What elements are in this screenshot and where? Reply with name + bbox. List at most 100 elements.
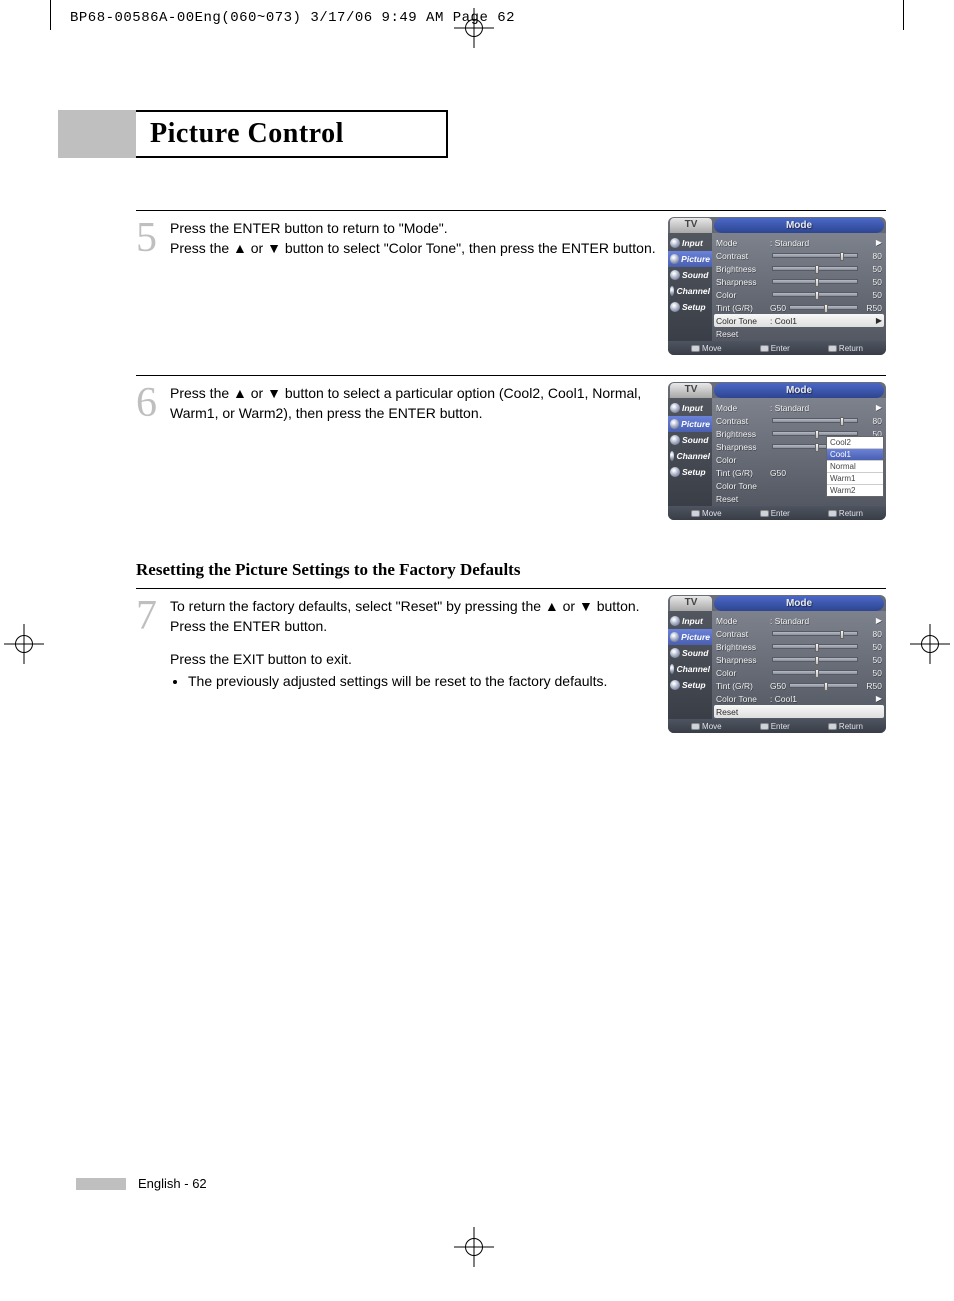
osd-sidebar-label: Channel — [676, 664, 710, 674]
footer-decoration — [76, 1178, 126, 1190]
osd-hint-return: Return — [828, 509, 863, 518]
enter-icon — [760, 723, 769, 730]
page-footer: English - 62 — [76, 1176, 207, 1191]
print-header-text: BP68-00586A-00Eng(060~073) 3/17/06 9:49 … — [70, 10, 515, 26]
step-number: 6 — [136, 382, 170, 520]
osd-sidebar-icon — [670, 238, 680, 248]
osd-row-value: : Standard — [770, 238, 809, 248]
osd-row-label: Tint (G/R) — [716, 468, 770, 478]
osd-row-label: Color Tone — [716, 316, 770, 326]
osd-row-label: Brightness — [716, 429, 770, 439]
arrow-right-icon: ▶ — [876, 316, 882, 325]
osd-sidebar-item: Sound — [668, 645, 712, 661]
osd-menu-row: Reset — [714, 705, 884, 718]
osd-sidebar-item: Picture — [668, 629, 712, 645]
osd-sidebar-item: Picture — [668, 251, 712, 267]
osd-menu-row: Mode : Standard ▶ — [716, 614, 882, 627]
osd-menu-row: Color Tone : Cool1 ▶ — [714, 314, 884, 327]
osd-sidebar-item: Channel — [668, 661, 712, 677]
osd-sidebar-icon — [670, 286, 674, 296]
osd-row-value: 80 — [860, 251, 882, 261]
osd-row-label: Sharpness — [716, 277, 770, 287]
osd-row-value: R50 — [860, 681, 882, 691]
osd-tv-tab: TV — [670, 383, 712, 398]
osd-sidebar-label: Sound — [682, 648, 708, 658]
osd-row-label: Color Tone — [716, 481, 770, 491]
step-text-para-2: Press the EXIT button to exit. — [170, 650, 658, 670]
osd-footer-hints: Move Enter Return — [668, 506, 886, 520]
osd-row-label: Mode — [716, 616, 770, 626]
osd-sidebar-item: Setup — [668, 677, 712, 693]
registration-mark-icon — [10, 630, 38, 658]
osd-menu-row: Color 50 — [716, 288, 882, 301]
crop-mark — [903, 0, 904, 30]
osd-slider — [772, 292, 858, 297]
osd-dropdown-option: Cool1 — [827, 449, 883, 461]
osd-row-value: : Standard — [770, 616, 809, 626]
osd-title: Mode — [714, 218, 884, 233]
osd-row-value: R50 — [860, 303, 882, 313]
osd-sidebar: Input Picture Sound ChannelSetup — [668, 398, 712, 506]
osd-sidebar-item: Input — [668, 613, 712, 629]
updown-icon — [691, 510, 700, 517]
osd-sidebar-item: Input — [668, 235, 712, 251]
osd-row-label: Brightness — [716, 264, 770, 274]
step-text: To return the factory defaults, select "… — [170, 595, 668, 733]
osd-main-panel: Mode : Standard ▶ Contrast 80 Brightness… — [712, 611, 886, 719]
osd-menu-row: Brightness 50 — [716, 640, 882, 653]
updown-icon — [691, 345, 700, 352]
osd-row-label: Sharpness — [716, 655, 770, 665]
osd-sidebar-item: Setup — [668, 299, 712, 315]
osd-sidebar-icon — [670, 435, 680, 445]
osd-menu-row: Contrast 80 — [716, 414, 882, 427]
osd-sidebar-item: Channel — [668, 448, 712, 464]
osd-sidebar-icon — [670, 680, 680, 690]
osd-tv-tab: TV — [670, 596, 712, 611]
osd-hint-move: Move — [691, 509, 722, 518]
osd-sidebar: Input Picture Sound Channel Setup — [668, 611, 712, 719]
osd-sidebar-icon — [670, 467, 680, 477]
osd-slider — [772, 631, 858, 636]
osd-row-label: Mode — [716, 403, 770, 413]
osd-main-panel: Mode : Standard ▶ Contrast 80 Brightness… — [712, 233, 886, 341]
osd-row-label: Contrast — [716, 416, 770, 426]
osd-menu-row: Contrast 80 — [716, 627, 882, 640]
osd-sidebar-item: Picture — [668, 416, 712, 432]
osd-sidebar-item: Sound — [668, 432, 712, 448]
osd-row-label: Reset — [716, 329, 770, 339]
osd-dropdown-option: Warm1 — [827, 473, 883, 485]
page-title: Picture Control — [136, 110, 448, 158]
arrow-right-icon: ▶ — [876, 238, 882, 247]
osd-row-value: 80 — [860, 416, 882, 426]
arrow-right-icon: ▶ — [876, 403, 882, 412]
return-icon — [828, 510, 837, 517]
osd-dropdown-option: Cool2 — [827, 437, 883, 449]
osd-row-value: 50 — [860, 668, 882, 678]
osd-sidebar: InputPictureSoundChannelSetup — [668, 233, 712, 341]
osd-sidebar-label: Sound — [682, 435, 708, 445]
osd-dropdown: Cool2Cool1NormalWarm1Warm2 — [826, 436, 884, 497]
osd-hint-enter: Enter — [760, 509, 790, 518]
osd-row-label: Contrast — [716, 251, 770, 261]
osd-sidebar-label: Input — [682, 403, 703, 413]
step-6: 6 Press the ▲ or ▼ button to select a pa… — [136, 375, 886, 520]
osd-sidebar-icon — [670, 451, 674, 461]
return-icon — [828, 723, 837, 730]
osd-slider — [772, 670, 858, 675]
osd-slider — [772, 657, 858, 662]
osd-screenshot-7: TV Mode Input Picture Sound Channel Setup Mo… — [668, 595, 886, 733]
osd-menu-row: Contrast 80 — [716, 249, 882, 262]
osd-row-label: Color — [716, 455, 770, 465]
osd-hint-return: Return — [828, 722, 863, 731]
title-decoration — [58, 110, 136, 158]
osd-sidebar-label: Channel — [676, 286, 710, 296]
osd-sidebar-label: Picture — [681, 632, 710, 642]
osd-dropdown-option: Normal — [827, 461, 883, 473]
osd-sidebar-item: Setup — [668, 464, 712, 480]
osd-menu-row: Reset — [716, 327, 882, 340]
osd-sidebar-icon — [670, 648, 680, 658]
osd-sidebar-icon — [670, 632, 679, 642]
osd-dropdown-option: Warm2 — [827, 485, 883, 496]
osd-screenshot-5: TV Mode InputPictureSoundChannelSetup Mo… — [668, 217, 886, 355]
osd-sidebar-icon — [670, 419, 679, 429]
